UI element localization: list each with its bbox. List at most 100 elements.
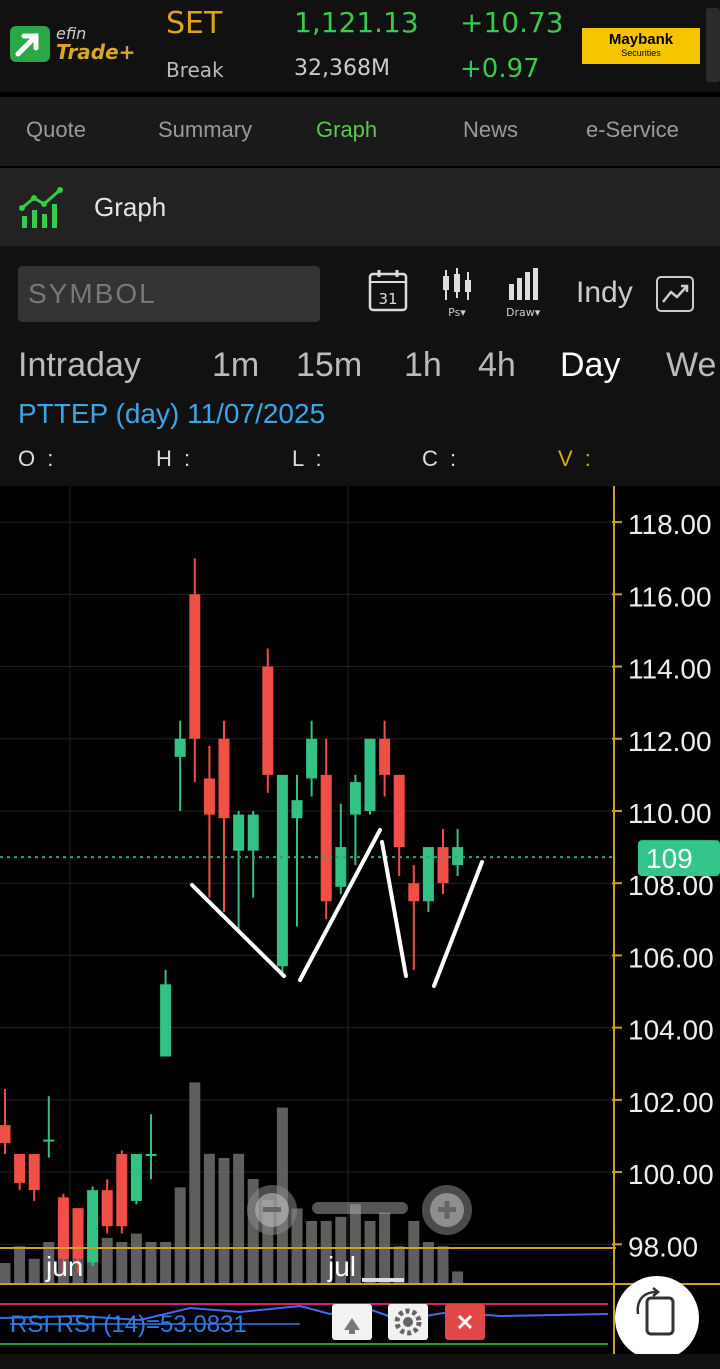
volume-bar xyxy=(233,1153,245,1284)
symbol-input[interactable]: SYMBOL xyxy=(18,266,320,322)
volume-label: V : xyxy=(558,446,594,471)
graph-icon xyxy=(19,187,63,228)
high-label: H : xyxy=(156,446,194,471)
y-tick-label: 106.00 xyxy=(628,942,714,973)
candle-body xyxy=(101,1190,113,1227)
candle-body xyxy=(203,778,215,815)
maybank-logo: Maybank Securities xyxy=(582,28,700,64)
candle-body xyxy=(247,814,259,851)
rsi-close-button[interactable] xyxy=(445,1304,485,1340)
maybank-sub: Securities xyxy=(621,48,661,58)
chart-toolbar: SYMBOL 31 Ps▾ Draw▾ Indy xyxy=(0,246,720,342)
volume-bar xyxy=(218,1158,230,1284)
page-title: Graph xyxy=(94,192,167,222)
candle-body xyxy=(14,1154,26,1183)
volume-bar xyxy=(0,1263,11,1284)
tab-graph[interactable]: Graph xyxy=(316,117,377,143)
candle-body xyxy=(349,782,361,815)
draw-button[interactable]: Draw▾ xyxy=(506,268,540,319)
volume-bar xyxy=(174,1187,186,1284)
period-4h[interactable]: 4h xyxy=(478,346,516,385)
efin-logo-icon xyxy=(10,26,50,62)
candle-body xyxy=(28,1154,40,1191)
period-1m[interactable]: 1m xyxy=(212,346,259,385)
calendar-icon: 31 xyxy=(368,270,408,312)
period-15m[interactable]: 15m xyxy=(296,346,362,385)
candle-body xyxy=(437,847,449,884)
candle-body xyxy=(87,1190,99,1263)
symbol-title: PTTEP (day) 11/07/2025 xyxy=(18,398,326,429)
header-scroll-handle[interactable] xyxy=(706,8,720,82)
volume-bar xyxy=(203,1153,215,1284)
candle-body xyxy=(130,1154,142,1201)
calendar-day: 31 xyxy=(378,290,397,308)
period-selector: Intraday 1m 15m 1h 4h Day We xyxy=(0,342,720,394)
x-tick-label: jul xyxy=(327,1251,356,1282)
scroll-indicator xyxy=(362,1278,404,1282)
zoom-slider[interactable] xyxy=(312,1202,408,1214)
period-intraday[interactable]: Intraday xyxy=(18,346,141,385)
index-volume: 32,368M xyxy=(294,56,390,81)
volume-bar xyxy=(130,1233,142,1284)
period-week[interactable]: We xyxy=(666,346,716,385)
tab-news[interactable]: News xyxy=(463,117,518,143)
volume-bar xyxy=(189,1082,201,1284)
rsi-settings-button[interactable] xyxy=(388,1304,428,1340)
tab-e-service[interactable]: e-Service xyxy=(586,117,679,143)
indicator-button[interactable]: Indy xyxy=(576,276,633,310)
price-style-button[interactable]: Ps▾ xyxy=(440,268,474,319)
price-chart[interactable]: 118.00116.00114.00112.00110.00108.00106.… xyxy=(0,486,720,1369)
main-tabs: Quote Summary Graph News e-Service xyxy=(0,96,720,166)
y-tick-label: 100.00 xyxy=(628,1159,714,1190)
period-day[interactable]: Day xyxy=(560,346,620,385)
zoom-out-button[interactable] xyxy=(247,1185,297,1235)
draw-bars-icon xyxy=(509,268,539,300)
candle-body xyxy=(393,774,405,848)
volume-bar xyxy=(452,1271,464,1284)
candle-body xyxy=(218,738,230,819)
volume-bar xyxy=(306,1221,318,1284)
rsi-up-button[interactable] xyxy=(332,1304,372,1340)
volume-bar xyxy=(437,1246,449,1284)
candle-body xyxy=(422,847,434,902)
zoom-in-button[interactable] xyxy=(422,1185,472,1235)
y-tick-label: 114.00 xyxy=(628,654,712,685)
candle-body xyxy=(276,774,288,967)
y-tick-label: 102.00 xyxy=(628,1087,714,1118)
rotate-screen-button[interactable] xyxy=(615,1276,699,1360)
tab-quote[interactable]: Quote xyxy=(26,117,86,143)
y-tick-label: 104.00 xyxy=(628,1015,714,1046)
index-change: +10.73 xyxy=(460,6,564,39)
candle-body xyxy=(233,814,245,851)
y-tick-label: 112.00 xyxy=(628,726,712,757)
tab-summary[interactable]: Summary xyxy=(158,117,252,143)
period-1h[interactable]: 1h xyxy=(404,346,442,385)
graph-title-bar: Graph xyxy=(0,168,720,246)
open-label: O : xyxy=(18,446,57,471)
candle-body xyxy=(335,847,347,887)
symbol-info: PTTEP (day) 11/07/2025 O : H : L : C : V… xyxy=(0,394,720,486)
candle-body xyxy=(379,738,391,775)
calendar-button[interactable]: 31 xyxy=(368,268,408,316)
low-label: L : xyxy=(292,446,325,471)
candle-body xyxy=(174,738,186,757)
candle-body xyxy=(43,1139,55,1142)
minus-icon xyxy=(263,1207,281,1212)
candle-body xyxy=(262,666,274,775)
last-price-label: 109 xyxy=(646,843,693,874)
close-label: C : xyxy=(422,446,460,471)
index-value: 1,121.13 xyxy=(294,6,419,39)
candle-body xyxy=(364,738,376,811)
indicator-icon[interactable] xyxy=(656,276,694,312)
y-tick-label: 98.00 xyxy=(628,1231,698,1262)
break-label: Break xyxy=(166,58,224,82)
volume-bar xyxy=(14,1246,26,1284)
y-tick-label: 110.00 xyxy=(628,798,712,829)
candle-body xyxy=(160,984,172,1057)
index-name[interactable]: SET xyxy=(166,6,222,41)
y-tick-label: 118.00 xyxy=(628,509,712,540)
volume-bar xyxy=(28,1258,40,1284)
candle-body xyxy=(408,883,420,902)
index-percent-change: +0.97 xyxy=(460,54,540,84)
candle-body xyxy=(320,774,332,902)
